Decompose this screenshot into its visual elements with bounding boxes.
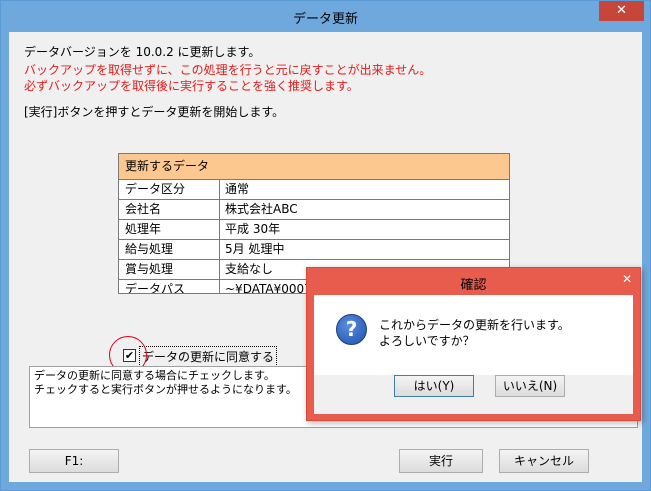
dialog-message-1: これからデータの更新を行います。 — [379, 318, 570, 332]
table-header: 更新するデータ — [119, 154, 509, 180]
row-key: 処理年 — [125, 222, 162, 236]
dialog-close-icon[interactable]: ✕ — [614, 268, 640, 290]
dialog-body: ? これからデータの更新を行います。 よろしいですか？ はい(Y) いいえ(N) — [314, 295, 633, 414]
title-bar[interactable]: データ更新 ✕ — [1, 1, 650, 32]
row-key: 賞与処理 — [125, 262, 174, 276]
cancel-button[interactable]: キャンセル — [499, 449, 589, 473]
table-row: データ区分 通常 — [119, 180, 509, 200]
warning-line-2: 必ずバックアップを取得後に実行することを強く推奨します。 — [24, 79, 359, 93]
close-icon[interactable]: ✕ — [599, 1, 644, 21]
window-title: データ更新 — [292, 12, 358, 27]
row-key: データ区分 — [125, 182, 186, 196]
row-value: 5月 処理中 — [225, 242, 285, 256]
table-row: 処理年 平成 30年 — [119, 220, 509, 240]
row-key: 会社名 — [125, 202, 162, 216]
confirm-dialog: 確認 ✕ ? これからデータの更新を行います。 よろしいですか？ はい(Y) い… — [306, 267, 641, 421]
yes-button[interactable]: はい(Y) — [394, 375, 474, 397]
dialog-title: 確認 — [460, 278, 487, 293]
row-key: 給与処理 — [125, 242, 174, 256]
row-value: 通常 — [225, 182, 250, 196]
question-icon: ? — [336, 314, 367, 345]
instruction-text: [実行]ボタンを押すとデータ更新を開始します。 — [24, 105, 285, 119]
execute-button[interactable]: 実行 — [399, 449, 483, 473]
version-message: データバージョンを 10.0.2 に更新します。 — [24, 45, 261, 59]
table-row: 会社名 株式会社ABC — [119, 200, 509, 220]
warning-line-1: バックアップを取得せずに、この処理を行うと元に戻すことが出来ません。 — [24, 63, 432, 77]
dialog-button-row: はい(Y) いいえ(N) — [314, 375, 633, 414]
no-button[interactable]: いいえ(N) — [495, 375, 565, 397]
row-value: 支給なし — [225, 262, 274, 276]
row-value: ~¥DATA¥0007 — [225, 282, 312, 294]
row-key: データパス — [125, 282, 186, 294]
row-value: 株式会社ABC — [225, 202, 298, 216]
table-row: 給与処理 5月 処理中 — [119, 240, 509, 260]
f1-button[interactable]: F1: — [29, 449, 119, 473]
dialog-message-2: よろしいですか？ — [379, 334, 475, 348]
row-value: 平成 30年 — [225, 222, 281, 236]
agree-checkbox-label[interactable]: データの更新に同意する — [139, 346, 278, 367]
